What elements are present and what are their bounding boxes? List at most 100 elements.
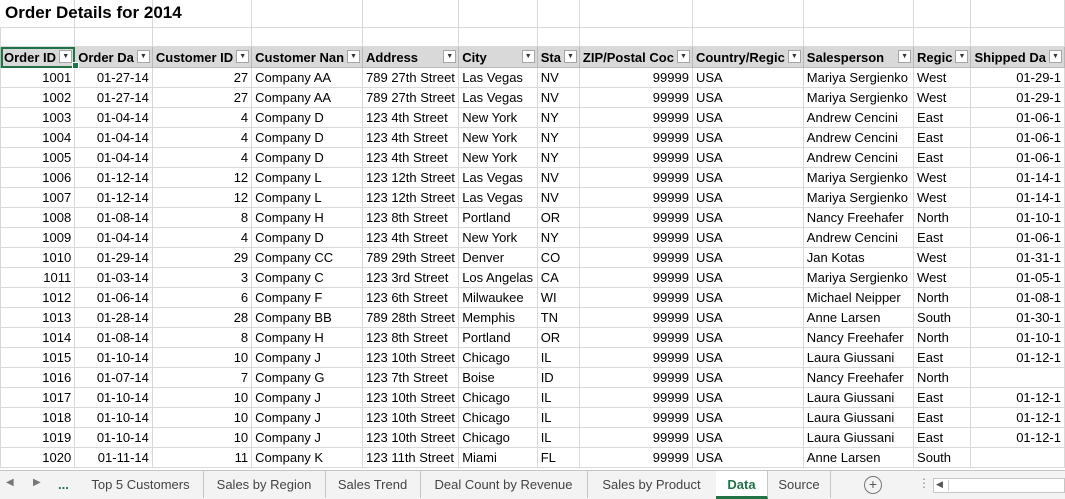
table-cell[interactable]: East — [913, 407, 972, 428]
empty-cell[interactable] — [0, 27, 76, 47]
table-cell[interactable]: USA — [691, 447, 804, 468]
table-cell[interactable]: OR — [536, 207, 580, 228]
table-cell[interactable]: West — [913, 247, 972, 268]
table-cell[interactable]: East — [913, 127, 972, 148]
table-cell[interactable]: 99999 — [578, 447, 693, 468]
table-cell[interactable]: 12 — [151, 187, 253, 208]
table-cell[interactable]: 01-06-1 — [970, 107, 1065, 128]
table-cell[interactable]: New York — [458, 107, 538, 128]
table-cell[interactable]: 01-11-14 — [74, 447, 153, 468]
table-cell[interactable]: East — [913, 347, 972, 368]
table-cell[interactable]: Boise — [458, 367, 538, 388]
table-cell[interactable]: 01-06-14 — [74, 287, 153, 308]
table-cell[interactable]: Memphis — [458, 307, 538, 328]
column-header[interactable]: Order ID ▼ — [0, 46, 76, 68]
sheet-tab[interactable]: Sales by Region — [203, 471, 326, 498]
table-cell[interactable]: Milwaukee — [458, 287, 538, 308]
table-cell[interactable]: Miami — [458, 447, 538, 468]
table-cell[interactable]: 27 — [151, 67, 253, 88]
table-cell[interactable]: 1001 — [0, 67, 76, 88]
table-cell[interactable]: 7 — [151, 367, 253, 388]
column-header[interactable]: ZIP/Postal Coc ▼ — [578, 46, 693, 68]
table-cell[interactable]: Company D — [251, 147, 364, 168]
table-cell[interactable]: 99999 — [578, 327, 693, 348]
table-cell[interactable]: 99999 — [578, 427, 693, 448]
table-cell[interactable]: 1007 — [0, 187, 76, 208]
table-cell[interactable]: 4 — [151, 147, 253, 168]
table-cell[interactable]: 28 — [151, 307, 253, 328]
table-cell[interactable]: 99999 — [578, 127, 693, 148]
sheet-tab[interactable]: Data — [716, 471, 768, 499]
table-cell[interactable]: South — [913, 447, 972, 468]
sheet-tab[interactable]: Sales by Product — [587, 471, 717, 498]
table-cell[interactable]: 01-12-1 — [970, 427, 1065, 448]
table-cell[interactable]: 11 — [151, 447, 253, 468]
empty-cell[interactable] — [578, 0, 693, 28]
table-cell[interactable]: 01-12-14 — [74, 167, 153, 188]
table-cell[interactable]: Company H — [251, 207, 364, 228]
table-cell[interactable]: OR — [536, 327, 580, 348]
table-cell[interactable]: East — [913, 107, 972, 128]
table-cell[interactable]: Company AA — [251, 87, 364, 108]
table-cell[interactable]: 01-06-1 — [970, 127, 1065, 148]
table-cell[interactable]: 123 4th Street — [362, 107, 460, 128]
table-cell[interactable]: North — [913, 287, 972, 308]
table-cell[interactable]: 4 — [151, 227, 253, 248]
table-cell[interactable]: Company CC — [251, 247, 364, 268]
table-cell[interactable]: Mariya Sergienko — [802, 187, 915, 208]
table-cell[interactable]: 01-10-14 — [74, 347, 153, 368]
table-cell[interactable]: 1002 — [0, 87, 76, 108]
sheet-tab[interactable]: Source — [768, 471, 831, 498]
table-cell[interactable]: 01-12-1 — [970, 347, 1065, 368]
table-cell[interactable]: Andrew Cencini — [802, 127, 915, 148]
table-cell[interactable]: 99999 — [578, 187, 693, 208]
table-cell[interactable]: USA — [691, 107, 804, 128]
table-cell[interactable]: USA — [691, 347, 804, 368]
table-cell[interactable]: 4 — [151, 127, 253, 148]
scroll-right-icon[interactable]: ▶ — [33, 477, 41, 488]
empty-cell[interactable] — [970, 0, 1065, 28]
table-cell[interactable]: 01-04-14 — [74, 127, 153, 148]
table-cell[interactable]: USA — [691, 267, 804, 288]
table-cell[interactable]: NV — [536, 87, 580, 108]
table-cell[interactable]: Las Vegas — [458, 87, 538, 108]
table-cell[interactable]: Chicago — [458, 347, 538, 368]
table-cell[interactable]: 01-29-1 — [970, 67, 1065, 88]
table-cell[interactable]: USA — [691, 407, 804, 428]
filter-dropdown-icon[interactable]: ▼ — [521, 50, 535, 63]
table-cell[interactable]: North — [913, 367, 972, 388]
table-cell[interactable]: Denver — [458, 247, 538, 268]
table-cell[interactable]: 01-08-14 — [74, 327, 153, 348]
table-cell[interactable]: 10 — [151, 427, 253, 448]
table-cell[interactable]: Laura Giussani — [802, 347, 915, 368]
table-cell[interactable]: Jan Kotas — [802, 247, 915, 268]
table-cell[interactable]: Company L — [251, 187, 364, 208]
table-cell[interactable]: USA — [691, 367, 804, 388]
table-cell[interactable]: Company J — [251, 387, 364, 408]
table-cell[interactable]: 123 10th Street — [362, 387, 460, 408]
table-cell[interactable]: 123 3rd Street — [362, 267, 460, 288]
table-cell[interactable]: 01-10-14 — [74, 427, 153, 448]
table-cell[interactable] — [970, 447, 1065, 468]
column-header[interactable]: City ▼ — [458, 46, 538, 68]
table-cell[interactable]: USA — [691, 287, 804, 308]
filter-dropdown-icon[interactable]: ▼ — [347, 50, 361, 63]
table-cell[interactable]: 27 — [151, 87, 253, 108]
table-cell[interactable]: Mariya Sergienko — [802, 67, 915, 88]
table-cell[interactable]: Andrew Cencini — [802, 107, 915, 128]
table-cell[interactable]: CO — [536, 247, 580, 268]
table-cell[interactable]: Laura Giussani — [802, 387, 915, 408]
table-cell[interactable]: 01-10-1 — [970, 207, 1065, 228]
empty-cell[interactable] — [151, 27, 253, 47]
empty-cell[interactable] — [578, 27, 693, 47]
column-header[interactable]: Sta ▼ — [536, 46, 580, 68]
table-cell[interactable]: 01-27-14 — [74, 67, 153, 88]
empty-cell[interactable] — [362, 0, 460, 28]
column-header[interactable]: Shipped Da ▼ — [970, 46, 1065, 68]
table-cell[interactable]: 1006 — [0, 167, 76, 188]
table-cell[interactable]: 1004 — [0, 127, 76, 148]
filter-dropdown-icon[interactable]: ▼ — [59, 50, 73, 63]
table-cell[interactable]: 01-04-14 — [74, 147, 153, 168]
empty-cell[interactable] — [458, 0, 538, 28]
table-cell[interactable]: 01-31-1 — [970, 247, 1065, 268]
